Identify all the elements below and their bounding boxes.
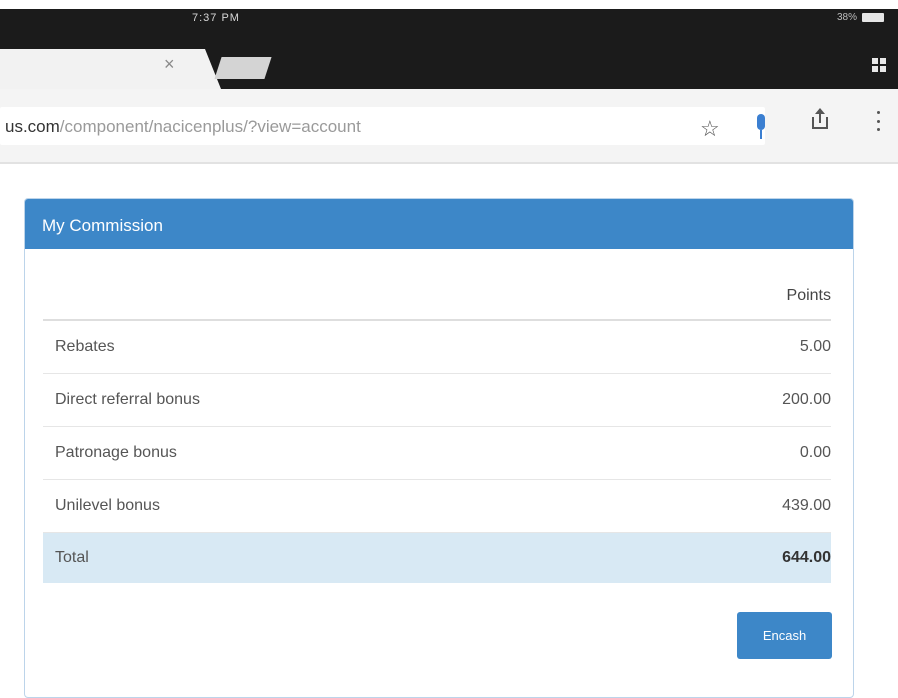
total-label: Total xyxy=(43,532,644,583)
tab-strip: × xyxy=(0,45,898,89)
status-indicators: 38% xyxy=(837,12,884,23)
commission-table: Points Rebates 5.00 Direct referral bonu… xyxy=(43,249,831,583)
row-value: 0.00 xyxy=(643,426,831,480)
page-content: My Commission Points Rebates 5.00 Direct… xyxy=(0,166,898,698)
status-time: 7:37 PM xyxy=(192,12,240,24)
encash-button[interactable]: Encash xyxy=(737,612,832,659)
table-header-row: Points xyxy=(43,249,831,321)
caption-strip xyxy=(0,0,898,9)
row-value: 200.00 xyxy=(643,373,831,427)
url-host: us.com xyxy=(5,117,60,136)
table-row: Unilevel bonus 439.00 xyxy=(43,479,831,533)
star-icon[interactable]: ☆ xyxy=(700,116,720,142)
total-value: 644.00 xyxy=(643,532,831,583)
row-label: Direct referral bonus xyxy=(43,373,644,427)
new-tab-button[interactable] xyxy=(214,57,272,79)
status-bar: 7:37 PM 38% xyxy=(0,9,898,45)
points-column-header: Points xyxy=(643,249,831,321)
row-value: 439.00 xyxy=(643,479,831,533)
table-row: Patronage bonus 0.00 xyxy=(43,426,831,480)
row-label: Rebates xyxy=(43,320,644,374)
panel-title: My Commission xyxy=(25,199,853,249)
url-path: /component/nacicenplus/?view=account xyxy=(59,117,361,136)
total-row: Total 644.00 xyxy=(43,532,831,583)
row-label: Unilevel bonus xyxy=(43,479,644,533)
tab-switcher-icon[interactable] xyxy=(872,58,886,72)
share-icon[interactable] xyxy=(812,108,828,129)
address-bar: us.com/component/nacicenplus/?view=accou… xyxy=(0,89,898,164)
panel-body: Points Rebates 5.00 Direct referral bonu… xyxy=(25,249,853,583)
menu-icon[interactable] xyxy=(877,111,881,131)
battery-icon xyxy=(862,13,884,22)
tab-close-icon[interactable]: × xyxy=(164,54,175,75)
table-row: Rebates 5.00 xyxy=(43,320,831,374)
battery-percent: 38% xyxy=(836,12,857,23)
row-label: Patronage bonus xyxy=(43,426,644,480)
commission-panel: My Commission Points Rebates 5.00 Direct… xyxy=(24,198,854,698)
url-field[interactable]: us.com/component/nacicenplus/?view=accou… xyxy=(0,107,765,145)
row-value: 5.00 xyxy=(643,320,831,374)
mic-icon[interactable] xyxy=(756,114,766,142)
table-row: Direct referral bonus 200.00 xyxy=(43,373,831,427)
url-text[interactable]: us.com/component/nacicenplus/?view=accou… xyxy=(5,117,361,137)
